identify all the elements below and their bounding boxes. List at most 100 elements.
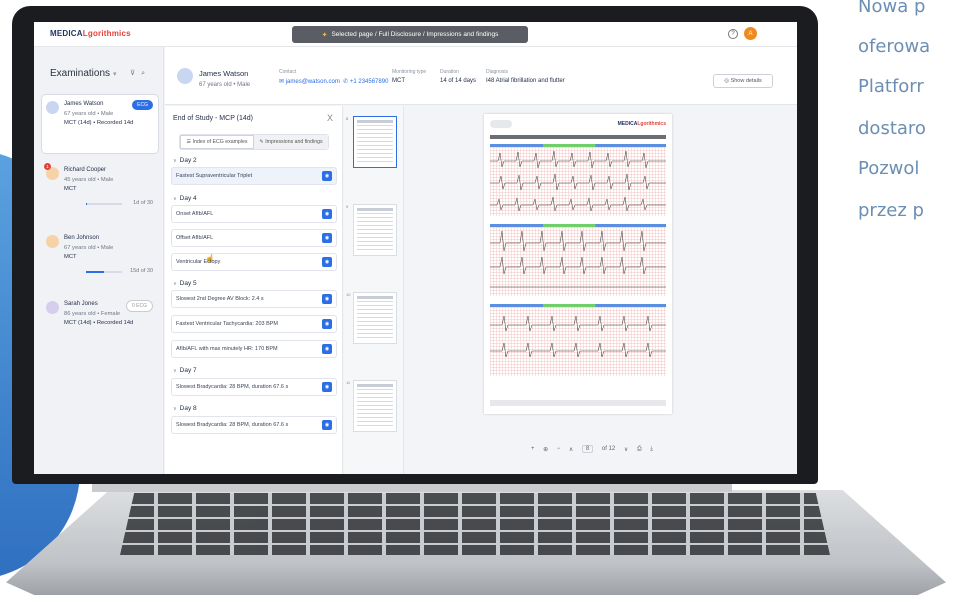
page-number-input[interactable]: 8 <box>581 445 594 453</box>
day-header[interactable]: ∨ Day 5 <box>173 280 197 287</box>
finding-action-icon[interactable]: ◉ <box>322 344 332 354</box>
logo-suffix: Lgorithmics <box>82 29 131 38</box>
finding-label: AfIb/AFL with max minutely HR: 170 BPM <box>176 346 278 352</box>
panel-title: End of Study - MCP (14d) <box>173 115 254 122</box>
zoom-reset-icon[interactable]: ⊕ <box>543 446 548 453</box>
ecg-trace <box>490 315 666 358</box>
finding-row[interactable]: AfIb/AFL with max minutely HR: 170 BPM ◉ <box>171 340 337 358</box>
chevron-down-icon: ∨ <box>173 281 177 287</box>
logo-prefix: MEDICA <box>617 121 638 127</box>
filter-icon[interactable]: ⊽ <box>130 70 141 77</box>
ecg-trace <box>490 230 666 288</box>
show-details-button[interactable]: ◎ Show details <box>713 74 773 88</box>
stage: Nowa p oferowa Platforr dostaro Pozwol p… <box>0 0 953 609</box>
chevron-down-icon: ∨ <box>173 368 177 374</box>
promo-line: Nowa p <box>858 0 926 17</box>
zoom-out-icon[interactable]: − <box>557 446 561 452</box>
findings-panel: End of Study - MCP (14d) X ☰ Index of EC… <box>165 106 343 474</box>
duration-label: Duration <box>440 69 459 75</box>
patient-sub: 45 years old • Male <box>64 176 114 183</box>
finding-action-icon[interactable]: ◉ <box>322 171 332 181</box>
search-icon[interactable]: ⌕ <box>141 70 151 77</box>
thumb-number: 10 <box>346 292 351 297</box>
sidebar-title[interactable]: Examinations ▾ <box>50 68 117 79</box>
laptop-keyboard <box>120 493 830 555</box>
patient-name: Richard Cooper <box>64 167 107 173</box>
finding-action-icon[interactable]: ◉ <box>322 294 332 304</box>
contact-values[interactable]: ✉ james@watson.com ✆ +1 234567890 <box>279 78 388 85</box>
help-icon[interactable]: ? <box>728 29 738 39</box>
patient-sub: 67 years old • Male <box>64 110 114 117</box>
page-thumbnail[interactable] <box>353 292 397 344</box>
promo-line: dostaro <box>858 118 926 139</box>
patient-monitor: MCT <box>64 185 77 192</box>
patient-monitor: MCT (14d) • Recorded 14d <box>64 319 134 326</box>
duration-col: Duration 14 of 14 days <box>440 69 476 84</box>
day-label: Day 2 <box>179 157 197 164</box>
finding-row[interactable]: Slowest Bradycardia: 28 BPM, duration 67… <box>171 416 337 434</box>
chevron-down-icon: ∨ <box>173 406 177 412</box>
close-icon[interactable]: X <box>327 113 333 123</box>
patient-monitor: MCT (14d) • Recorded 14d <box>64 119 134 126</box>
finding-action-icon[interactable]: ◉ <box>322 233 332 243</box>
finding-row[interactable]: Fastest Ventricular Tachycardia: 203 BPM… <box>171 315 337 333</box>
day-header[interactable]: ∨ Day 2 <box>173 157 197 164</box>
alert-badge: 1 <box>44 163 51 170</box>
page-thumbnail[interactable] <box>353 380 397 432</box>
patient-card[interactable]: Ben Johnson 67 years old • Male MCT 15d … <box>42 229 158 281</box>
avatar <box>46 101 59 114</box>
contact-label: Contact <box>279 69 297 75</box>
day-header[interactable]: ∨ Day 8 <box>173 405 197 412</box>
thumb-number: 8 <box>346 116 349 121</box>
phone-icon: ✆ <box>343 79 349 85</box>
ecg-badge: 0 ECG <box>125 300 153 312</box>
finding-row[interactable]: Ventricular Ectopy ◉ <box>171 253 337 271</box>
finding-action-icon[interactable]: ◉ <box>322 319 332 329</box>
contact-email[interactable]: james@watson.com <box>286 79 340 85</box>
finding-action-icon[interactable]: ◉ <box>322 420 332 430</box>
contact-phone[interactable]: +1 234567890 <box>350 79 389 85</box>
finding-action-icon[interactable]: ◉ <box>322 209 332 219</box>
page-thumbnail[interactable] <box>353 204 397 256</box>
page-thumbnail[interactable] <box>353 116 397 168</box>
breadcrumb[interactable]: ✦ Selected page / Full Disclosure / Impr… <box>292 26 528 43</box>
tab-index-of-ecg-examples[interactable]: ☰ Index of ECG examples <box>180 135 254 149</box>
thumb-number: 9 <box>346 204 349 209</box>
app-logo[interactable]: MEDICALgorithmics <box>50 29 131 38</box>
patient-header: James Watson 67 years old • Male Contact… <box>165 47 797 105</box>
page-thumbnails: 8 9 10 11 <box>344 106 404 474</box>
chevron-down-icon: ∨ <box>173 158 177 164</box>
day-header[interactable]: ∨ Day 7 <box>173 367 197 374</box>
print-icon[interactable]: ⎙ <box>637 446 642 453</box>
finding-label: Slowest Bradycardia: 28 BPM, duration 67… <box>176 422 289 428</box>
day-header[interactable]: ∨ Day 4 <box>173 195 197 202</box>
ecg-strip <box>490 304 666 376</box>
progress-bar <box>86 203 122 205</box>
download-icon[interactable]: ⤓ <box>650 446 653 453</box>
patient-card[interactable]: James Watson 67 years old • Male MCT (14… <box>42 95 158 153</box>
report-page: MEDICALgorithmics <box>484 114 672 414</box>
page-footer <box>490 400 666 406</box>
chevron-down-icon[interactable]: ∨ <box>624 446 628 453</box>
finding-row[interactable]: Fastest Supraventricular Triplet ◉ <box>171 167 337 185</box>
patient-card[interactable]: Sarah Jones 86 years old • Female MCT (1… <box>42 295 158 347</box>
finding-row[interactable]: Slowest 2nd Degree AV Block: 2.4 s ◉ <box>171 290 337 308</box>
zoom-in-icon[interactable]: + <box>531 446 535 452</box>
logo-suffix: Lgorithmics <box>637 121 666 127</box>
laptop-screen: MEDICALgorithmics ✦ Selected page / Full… <box>34 22 797 474</box>
patient-name: Ben Johnson <box>64 235 100 241</box>
pencil-icon: ✎ <box>259 139 264 145</box>
day-label: Day 5 <box>179 280 197 287</box>
day-label: Day 4 <box>179 195 197 202</box>
page-band <box>490 135 666 139</box>
finding-row[interactable]: Onset AfIb/AFL ◉ <box>171 205 337 223</box>
chevron-up-icon[interactable]: ∧ <box>569 446 573 453</box>
finding-row[interactable]: Offset AfIb/AFL ◉ <box>171 229 337 247</box>
diagnosis-label: Diagnosis <box>486 69 508 75</box>
patient-card[interactable]: 1 Richard Cooper 45 years old • Male MCT… <box>42 161 158 213</box>
finding-action-icon[interactable]: ◉ <box>322 257 332 267</box>
finding-row[interactable]: Slowest Bradycardia: 28 BPM, duration 67… <box>171 378 337 396</box>
user-avatar[interactable]: A <box>744 27 757 40</box>
tab-impressions-and-findings[interactable]: ✎ Impressions and findings <box>254 135 328 149</box>
finding-action-icon[interactable]: ◉ <box>322 382 332 392</box>
